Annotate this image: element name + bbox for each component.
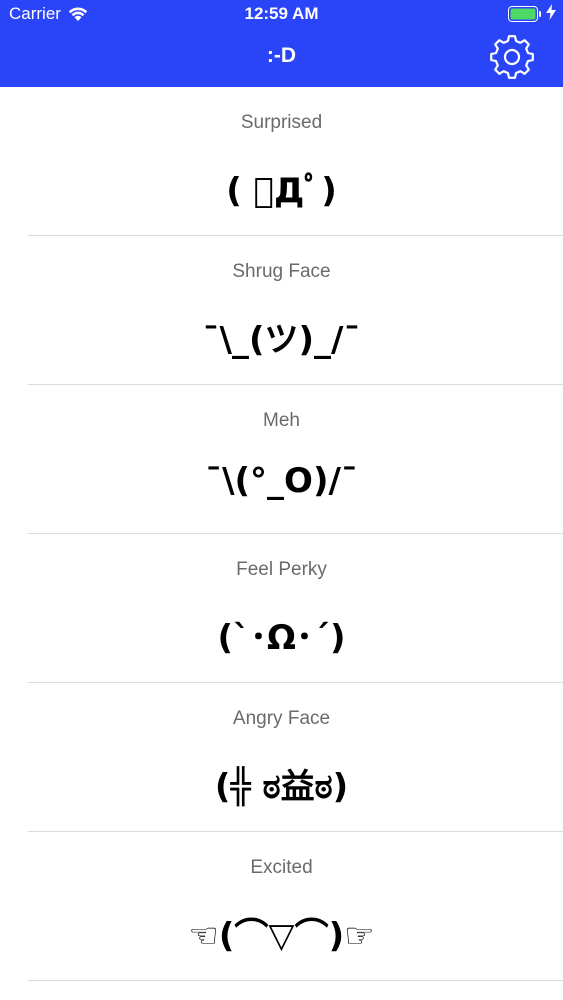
emoticon-face: ¯\_(ツ)_/¯ <box>202 320 361 360</box>
charging-bolt-icon <box>546 4 556 20</box>
status-bar: Carrier 12:59 AM <box>0 0 563 30</box>
list-item[interactable]: Meh ¯\(°_O)/¯ <box>0 385 563 534</box>
list-item[interactable]: Excited ☜(⌒▽⌒)☞ <box>0 832 563 981</box>
divider <box>28 980 563 981</box>
emoticon-name: Feel Perky <box>236 559 327 580</box>
emoticon-name: Surprised <box>240 112 323 133</box>
battery-icon <box>508 6 541 22</box>
emoticon-face: ☜(⌒▽⌒)☞ <box>188 916 375 956</box>
page-title: :-D <box>266 44 297 67</box>
emoticon-name: Shrug Face <box>232 261 331 282</box>
emoticon-face: ( ﾟДﾟ) <box>226 171 337 211</box>
emoticon-name: Excited <box>250 857 313 878</box>
emoticon-name: Angry Face <box>232 708 331 729</box>
list-item[interactable]: Shrug Face ¯\_(ツ)_/¯ <box>0 236 563 385</box>
clock-label: 12:59 AM <box>244 4 319 23</box>
gear-icon[interactable] <box>488 33 536 81</box>
emoticon-list: Surprised ( ﾟДﾟ) Shrug Face ¯\_(ツ)_/¯ Me… <box>0 87 563 981</box>
emoticon-name: Meh <box>263 410 300 431</box>
navigation-bar: Carrier 12:59 AM :-D <box>0 0 563 87</box>
list-item[interactable]: Surprised ( ﾟДﾟ) <box>0 87 563 236</box>
list-item[interactable]: Feel Perky (`･Ω･´) <box>0 534 563 683</box>
list-item[interactable]: Angry Face (╬ ಠ益ಠ) <box>0 683 563 832</box>
emoticon-face: ¯\(°_O)/¯ <box>205 461 358 501</box>
emoticon-face: (╬ ಠ益ಠ) <box>214 767 349 807</box>
emoticon-face: (`･Ω･´) <box>217 618 346 658</box>
